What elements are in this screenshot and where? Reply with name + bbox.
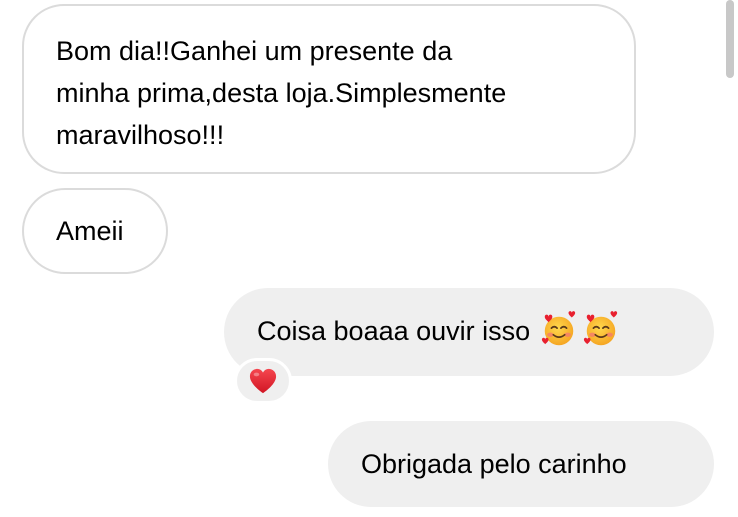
message-text-line: Bom dia!!Ganhei um presente da	[56, 36, 453, 66]
red-heart-icon	[249, 368, 277, 394]
message-bubble-sent[interactable]: Coisa boaaa ouvir isso	[224, 288, 714, 376]
message-bubble-sent[interactable]: Obrigada pelo carinho	[328, 421, 714, 507]
reaction-badge[interactable]	[234, 358, 292, 404]
message-bubble-received[interactable]: Bom dia!!Ganhei um presente da minha pri…	[22, 4, 636, 174]
scrollbar-thumb[interactable]	[726, 0, 734, 78]
smiling-face-with-hearts-emoji	[542, 311, 576, 346]
message-bubble-received[interactable]: Ameii	[22, 188, 168, 274]
message-text: Ameii	[56, 216, 124, 246]
message-text: Obrigada pelo carinho	[361, 449, 627, 479]
smiling-face-with-hearts-emoji	[584, 311, 618, 346]
message-text-line: minha prima,desta loja.Simplesmente	[56, 78, 507, 108]
message-text: Coisa boaaa ouvir isso	[257, 316, 531, 346]
message-text-line: maravilhoso!!!	[56, 120, 225, 150]
